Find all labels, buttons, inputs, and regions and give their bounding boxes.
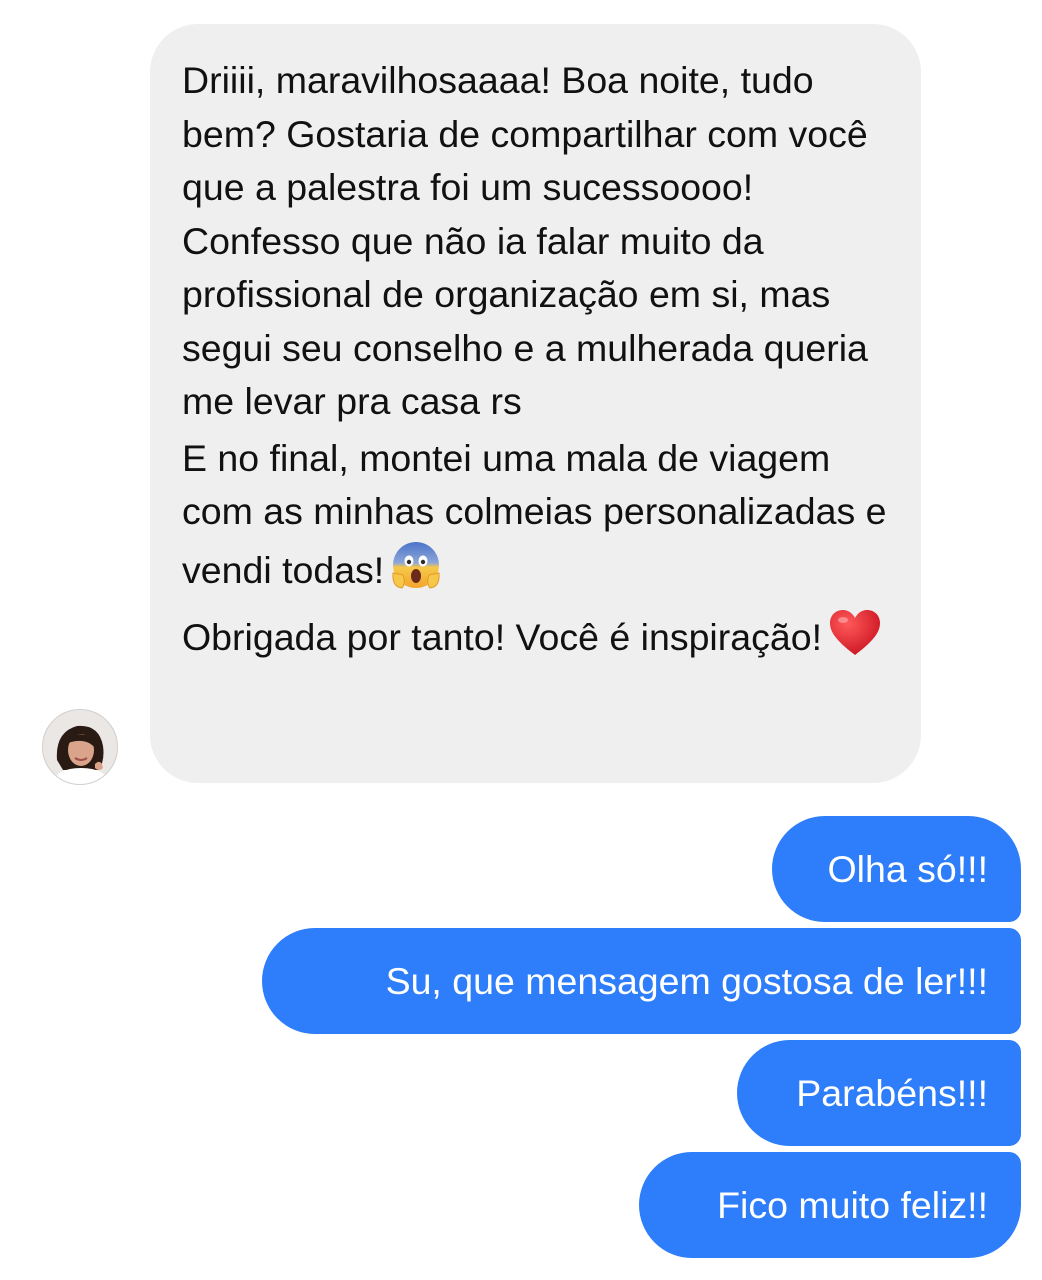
outgoing-message-bubble-2[interactable]: Su, que mensagem gostosa de ler!!! [262, 928, 1021, 1034]
incoming-message-paragraph-2: E no final, montei uma mala de viagem co… [182, 432, 889, 606]
outgoing-message-bubble-3[interactable]: Parabéns!!! [737, 1040, 1021, 1146]
incoming-message-paragraph-3-text: Obrigada por tanto! Você é inspiração! [182, 616, 822, 658]
outgoing-message-text-4: Fico muito feliz!! [717, 1184, 988, 1226]
message-thread: Driiii, maravilhosaaaa! Boa noite, tudo … [0, 0, 1042, 1280]
incoming-message-paragraph-3: Obrigada por tanto! Você é inspiração! [182, 608, 889, 673]
sender-avatar[interactable] [42, 709, 118, 785]
outgoing-message-bubble-4[interactable]: Fico muito feliz!! [639, 1152, 1021, 1258]
incoming-message-paragraph-1: Driiii, maravilhosaaaa! Boa noite, tudo … [182, 59, 868, 422]
red-heart-icon [828, 608, 882, 673]
outgoing-message-text-3: Parabéns!!! [796, 1072, 988, 1114]
incoming-message-bubble[interactable]: Driiii, maravilhosaaaa! Boa noite, tudo … [150, 24, 921, 783]
avatar-photo [43, 710, 117, 784]
outgoing-message-bubble-1[interactable]: Olha só!!! [772, 816, 1021, 922]
outgoing-message-text-2: Su, que mensagem gostosa de ler!!! [385, 960, 988, 1002]
incoming-message-paragraph-2-text: E no final, montei uma mala de viagem co… [182, 436, 887, 591]
face-screaming-in-fear-icon [390, 539, 442, 606]
outgoing-message-text-1: Olha só!!! [827, 848, 989, 890]
